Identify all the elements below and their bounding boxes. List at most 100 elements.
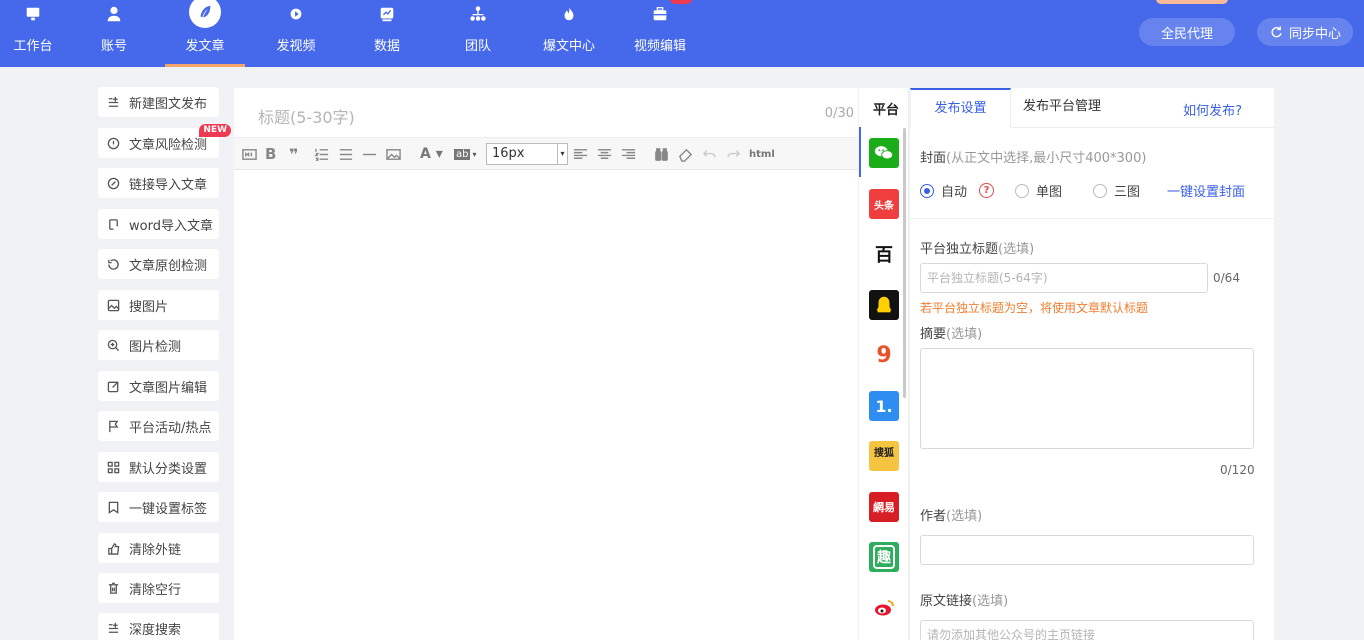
tool-deep-search[interactable]: 深度搜索 bbox=[98, 613, 219, 640]
new-list-icon bbox=[107, 96, 120, 109]
divider-line-icon[interactable] bbox=[362, 146, 377, 162]
tool-link-import[interactable]: 链接导入文章 bbox=[98, 168, 219, 198]
platform-icon-text: 1. bbox=[875, 396, 893, 416]
help-icon[interactable]: ? bbox=[979, 183, 995, 198]
image-insert-icon[interactable] bbox=[386, 146, 401, 162]
nav-label: 发文章 bbox=[185, 39, 225, 54]
title-warning: 若平台独立标题为空，将使用文章默认标题 bbox=[920, 301, 1149, 315]
nav-item-team[interactable]: 团队 bbox=[438, 0, 518, 67]
heading-icon[interactable] bbox=[242, 146, 257, 162]
ordered-list-icon[interactable] bbox=[314, 146, 329, 162]
tool-label: 文章图片编辑 bbox=[129, 380, 208, 396]
author-label-row: 作者(选填) bbox=[920, 505, 982, 524]
optional-hint: (选填) bbox=[946, 327, 983, 342]
platform-title-placeholder: 平台独立标题(5-64字) bbox=[927, 271, 1048, 285]
nav-item-workbench[interactable]: 工作台 bbox=[0, 0, 73, 67]
sohu-icon[interactable]: 搜狐 bbox=[869, 441, 899, 471]
nav-item-video-edit[interactable]: 视频编辑 bbox=[620, 0, 700, 67]
cover-hint: (从正文中选择,最小尺寸400*300) bbox=[946, 151, 1147, 166]
optional-hint: (选填) bbox=[972, 594, 1009, 609]
sync-center-button[interactable]: 同步中心 bbox=[1257, 18, 1353, 46]
font-color-icon[interactable]: A ▾ bbox=[420, 146, 443, 162]
bookmark-icon bbox=[107, 501, 120, 514]
eraser-icon[interactable] bbox=[678, 146, 693, 162]
chevron-down-icon: ▾ bbox=[557, 144, 567, 164]
tool-risk-check[interactable]: 文章风险检测 NEW bbox=[98, 124, 231, 158]
tool-label: word导入文章 bbox=[129, 218, 213, 234]
qq-icon[interactable] bbox=[869, 290, 899, 320]
image-search-icon bbox=[107, 299, 120, 312]
platform-title-input[interactable]: 平台独立标题(5-64字) bbox=[920, 263, 1208, 293]
bold-icon[interactable]: B bbox=[265, 145, 276, 163]
notification-badge bbox=[670, 0, 692, 4]
refresh-icon bbox=[1271, 26, 1282, 37]
redo-icon[interactable] bbox=[726, 146, 741, 162]
fire-icon bbox=[554, 0, 584, 28]
nav-item-post-article[interactable]: 发文章 bbox=[165, 0, 245, 67]
cover-label-row: 封面(从正文中选择,最小尺寸400*300) bbox=[920, 147, 1146, 166]
chart-icon bbox=[372, 0, 402, 28]
tool-word-import[interactable]: word导入文章 bbox=[98, 209, 219, 239]
word-import-icon bbox=[107, 218, 120, 231]
nav-item-post-video[interactable]: 发视频 bbox=[256, 0, 336, 67]
source-link-label: 原文链接 bbox=[920, 594, 973, 609]
tool-image-edit[interactable]: 文章图片编辑 bbox=[98, 371, 219, 401]
tool-label: 平台活动/热点 bbox=[129, 420, 212, 436]
align-left-icon[interactable] bbox=[573, 146, 588, 162]
tool-label: 链接导入文章 bbox=[129, 177, 208, 193]
tool-clear-blank-lines[interactable]: 清除空行 bbox=[98, 573, 219, 603]
agent-button[interactable]: 全民代理 bbox=[1139, 18, 1235, 46]
tool-default-category[interactable]: 默认分类设置 bbox=[98, 452, 219, 482]
tool-clear-links[interactable]: 清除外链 bbox=[98, 533, 219, 563]
summary-textarea[interactable] bbox=[920, 348, 1254, 449]
baijiahao-icon[interactable]: 百 bbox=[869, 239, 899, 269]
editor-toolbar: B ❞ A ▾ ab ▾ 16px ▾ html bbox=[234, 138, 858, 170]
tool-platform-events[interactable]: 平台活动/热点 bbox=[98, 411, 219, 441]
tool-label: 图片检测 bbox=[129, 339, 182, 355]
html-source-button[interactable]: html bbox=[749, 146, 775, 162]
quote-icon[interactable]: ❞ bbox=[289, 145, 298, 164]
platform-title-label: 平台独立标题 bbox=[920, 242, 999, 257]
tool-original-check[interactable]: 文章原创检测 bbox=[98, 249, 219, 279]
align-center-icon[interactable] bbox=[597, 146, 612, 162]
nav-item-data[interactable]: 数据 bbox=[347, 0, 427, 67]
nav-item-account[interactable]: 账号 bbox=[74, 0, 154, 67]
summary-label: 摘要 bbox=[920, 327, 947, 342]
netease-icon[interactable]: 網易 bbox=[869, 492, 899, 522]
tool-set-tags[interactable]: 一键设置标签 bbox=[98, 492, 219, 522]
unordered-list-icon[interactable] bbox=[338, 146, 353, 162]
cover-auto-radio[interactable] bbox=[920, 183, 934, 198]
qutoutiao-icon[interactable]: 趣 bbox=[869, 542, 899, 572]
nav-label: 爆文中心 bbox=[542, 39, 595, 54]
font-size-select[interactable]: 16px ▾ bbox=[486, 143, 568, 165]
cover-triple-radio[interactable] bbox=[1093, 183, 1108, 198]
weibo-icon[interactable] bbox=[869, 593, 899, 623]
yidian-icon[interactable]: 1. bbox=[869, 391, 899, 421]
title-input-row[interactable]: 标题(5-30字) 0/30 bbox=[234, 88, 858, 138]
tool-label: 清除外链 bbox=[129, 542, 182, 558]
toolbox-icon bbox=[645, 0, 675, 28]
undo-icon[interactable] bbox=[702, 146, 717, 162]
author-input[interactable] bbox=[920, 535, 1254, 565]
tool-label: 文章原创检测 bbox=[129, 258, 208, 274]
cover-single-radio[interactable] bbox=[1015, 183, 1030, 198]
one-click-cover-link[interactable]: 一键设置封面 bbox=[1167, 181, 1245, 200]
tool-label: 深度搜索 bbox=[129, 622, 182, 638]
editor-body[interactable] bbox=[234, 171, 858, 640]
wechat-icon[interactable] bbox=[869, 138, 899, 168]
toutiao-icon[interactable]: 头条 bbox=[869, 189, 899, 219]
tool-image-search[interactable]: 搜图片 bbox=[98, 290, 219, 320]
source-link-input[interactable]: 请勿添加其他公众号的主页链接 bbox=[920, 620, 1254, 640]
platform-scrollbar[interactable] bbox=[903, 128, 906, 398]
sohu-hao-icon[interactable]: 9 bbox=[869, 340, 899, 370]
find-icon[interactable] bbox=[654, 146, 669, 162]
tab-platform-management[interactable]: 发布平台管理 bbox=[1011, 88, 1113, 128]
tool-new-article[interactable]: 新建图文发布 bbox=[98, 87, 219, 117]
align-right-icon[interactable] bbox=[621, 146, 636, 162]
how-to-publish-link[interactable]: 如何发布? bbox=[1183, 100, 1242, 119]
highlight-icon[interactable]: ab ▾ bbox=[454, 146, 477, 162]
platform-active-indicator bbox=[859, 127, 861, 177]
tool-image-check[interactable]: 图片检测 bbox=[98, 330, 219, 360]
tab-publish-settings[interactable]: 发布设置 bbox=[910, 88, 1011, 128]
nav-item-hot-center[interactable]: 爆文中心 bbox=[529, 0, 609, 67]
